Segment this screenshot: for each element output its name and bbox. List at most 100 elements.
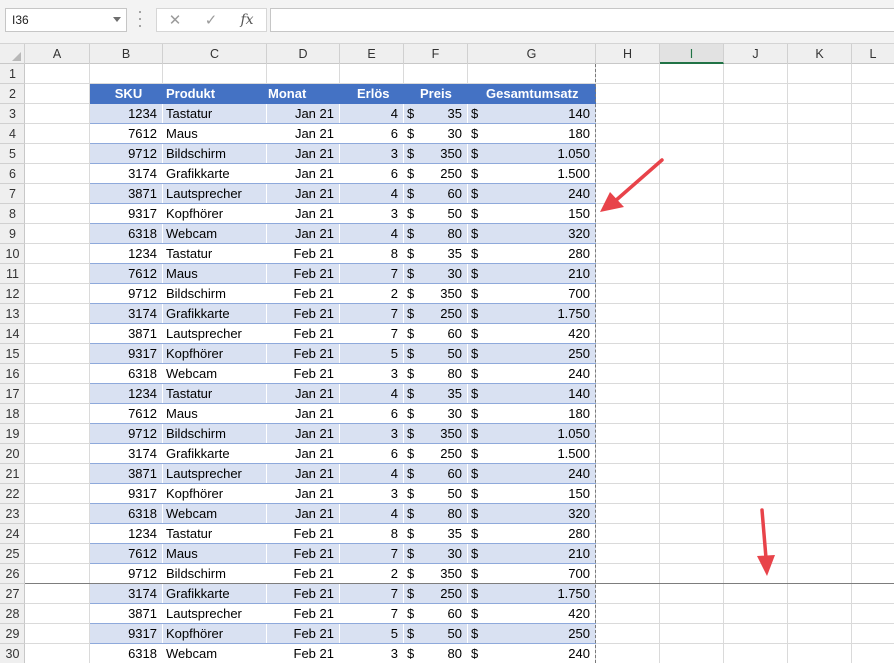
cell-erloes[interactable]: 4: [340, 184, 404, 204]
cell-monat[interactable]: Feb 21: [267, 364, 340, 384]
cell-gesamtumsatz[interactable]: 180: [468, 124, 596, 144]
cell-sku[interactable]: 1234: [90, 524, 163, 544]
cell-monat[interactable]: Jan 21: [267, 464, 340, 484]
cell-produkt[interactable]: Grafikkarte: [163, 444, 267, 464]
row-header-6[interactable]: 6: [0, 164, 25, 184]
row-header-12[interactable]: 12: [0, 284, 25, 304]
cell-produkt[interactable]: Lautsprecher: [163, 464, 267, 484]
cell-gesamtumsatz[interactable]: 1.500: [468, 164, 596, 184]
cell-gesamtumsatz[interactable]: 250: [468, 344, 596, 364]
row-header-25[interactable]: 25: [0, 544, 25, 564]
cell-produkt[interactable]: Tastatur: [163, 384, 267, 404]
cell-monat[interactable]: Jan 21: [267, 164, 340, 184]
cell-monat[interactable]: Jan 21: [267, 124, 340, 144]
column-header-e[interactable]: E: [340, 44, 404, 64]
cell-sku[interactable]: 3871: [90, 324, 163, 344]
cell-monat[interactable]: Jan 21: [267, 424, 340, 444]
cell-monat[interactable]: Feb 21: [267, 304, 340, 324]
cell-gesamtumsatz[interactable]: 320: [468, 504, 596, 524]
cell-gesamtumsatz[interactable]: 320: [468, 224, 596, 244]
header-monat[interactable]: Monat: [268, 84, 338, 104]
cell-monat[interactable]: Jan 21: [267, 144, 340, 164]
row-header-21[interactable]: 21: [0, 464, 25, 484]
column-header-i[interactable]: I: [660, 44, 724, 64]
cell-erloes[interactable]: 4: [340, 104, 404, 124]
cell-sku[interactable]: 7612: [90, 264, 163, 284]
column-header-f[interactable]: F: [404, 44, 468, 64]
cell-gesamtumsatz[interactable]: 1.750: [468, 584, 596, 604]
cell-gesamtumsatz[interactable]: 1.750: [468, 304, 596, 324]
cell-monat[interactable]: Jan 21: [267, 444, 340, 464]
cell-sku[interactable]: 6318: [90, 644, 163, 663]
column-header-b[interactable]: B: [90, 44, 163, 64]
cell-sku[interactable]: 1234: [90, 384, 163, 404]
cell-produkt[interactable]: Maus: [163, 404, 267, 424]
row-header-5[interactable]: 5: [0, 144, 25, 164]
cell-produkt[interactable]: Kopfhörer: [163, 344, 267, 364]
cell-erloes[interactable]: 6: [340, 124, 404, 144]
cell-gesamtumsatz[interactable]: 180: [468, 404, 596, 424]
cell-monat[interactable]: Feb 21: [267, 564, 340, 584]
row-header-26[interactable]: 26: [0, 564, 25, 584]
cell-monat[interactable]: Feb 21: [267, 244, 340, 264]
chevron-down-icon[interactable]: [113, 17, 121, 22]
cell-sku[interactable]: 9712: [90, 564, 163, 584]
cell-produkt[interactable]: Grafikkarte: [163, 584, 267, 604]
cell-monat[interactable]: Jan 21: [267, 504, 340, 524]
header-erloes[interactable]: Erlös: [357, 84, 402, 104]
cell-sku[interactable]: 3174: [90, 444, 163, 464]
cell-erloes[interactable]: 4: [340, 224, 404, 244]
row-header-14[interactable]: 14: [0, 324, 25, 344]
cell-sku[interactable]: 6318: [90, 364, 163, 384]
cell-gesamtumsatz[interactable]: 140: [468, 384, 596, 404]
cell-sku[interactable]: 1234: [90, 244, 163, 264]
cell-erloes[interactable]: 4: [340, 384, 404, 404]
cell-produkt[interactable]: Bildschirm: [163, 144, 267, 164]
cell-sku[interactable]: 1234: [90, 104, 163, 124]
cell-monat[interactable]: Jan 21: [267, 224, 340, 244]
cell-erloes[interactable]: 3: [340, 204, 404, 224]
cell-produkt[interactable]: Kopfhörer: [163, 204, 267, 224]
cell-gesamtumsatz[interactable]: 1.050: [468, 144, 596, 164]
row-header-2[interactable]: 2: [0, 84, 25, 104]
row-header-4[interactable]: 4: [0, 124, 25, 144]
cell-erloes[interactable]: 3: [340, 484, 404, 504]
row-header-24[interactable]: 24: [0, 524, 25, 544]
cell-gesamtumsatz[interactable]: 240: [468, 464, 596, 484]
cell-erloes[interactable]: 3: [340, 144, 404, 164]
cell-gesamtumsatz[interactable]: 700: [468, 564, 596, 584]
cell-erloes[interactable]: 7: [340, 324, 404, 344]
cell-monat[interactable]: Jan 21: [267, 104, 340, 124]
formula-input[interactable]: [270, 8, 894, 32]
cell-erloes[interactable]: 7: [340, 264, 404, 284]
cell-produkt[interactable]: Lautsprecher: [163, 324, 267, 344]
row-header-18[interactable]: 18: [0, 404, 25, 424]
cell-gesamtumsatz[interactable]: 150: [468, 484, 596, 504]
cell-gesamtumsatz[interactable]: 700: [468, 284, 596, 304]
row-header-16[interactable]: 16: [0, 364, 25, 384]
cell-monat[interactable]: Feb 21: [267, 324, 340, 344]
cell-erloes[interactable]: 4: [340, 504, 404, 524]
cell-sku[interactable]: 3871: [90, 604, 163, 624]
cell-produkt[interactable]: Webcam: [163, 644, 267, 663]
row-header-28[interactable]: 28: [0, 604, 25, 624]
cell-produkt[interactable]: Kopfhörer: [163, 484, 267, 504]
cell-monat[interactable]: Feb 21: [267, 524, 340, 544]
column-header-h[interactable]: H: [596, 44, 660, 64]
row-header-29[interactable]: 29: [0, 624, 25, 644]
cell-monat[interactable]: Jan 21: [267, 184, 340, 204]
select-all-button[interactable]: [0, 44, 25, 64]
cell-erloes[interactable]: 4: [340, 464, 404, 484]
check-icon[interactable]: ✓: [197, 10, 225, 30]
cell-erloes[interactable]: 8: [340, 244, 404, 264]
cell-gesamtumsatz[interactable]: 210: [468, 544, 596, 564]
cell-monat[interactable]: Feb 21: [267, 344, 340, 364]
cell-sku[interactable]: 7612: [90, 404, 163, 424]
column-header-l[interactable]: L: [852, 44, 894, 64]
cell-monat[interactable]: Feb 21: [267, 284, 340, 304]
column-header-g[interactable]: G: [468, 44, 596, 64]
row-header-9[interactable]: 9: [0, 224, 25, 244]
cell-sku[interactable]: 9317: [90, 624, 163, 644]
row-header-27[interactable]: 27: [0, 584, 25, 604]
cell-produkt[interactable]: Tastatur: [163, 524, 267, 544]
